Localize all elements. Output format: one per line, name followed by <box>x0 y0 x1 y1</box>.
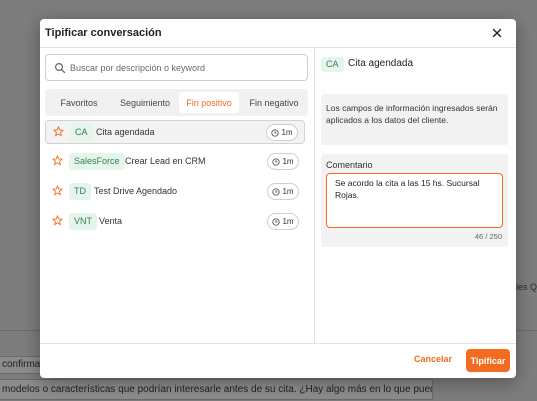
time-badge: 1m <box>266 124 298 141</box>
left-pane: Favoritos Seguimiento Fin positivo Fin n… <box>40 48 313 343</box>
star-icon[interactable] <box>53 126 64 137</box>
comment-textarea[interactable]: Se acordo la cita a las 15 hs. Sucursal … <box>326 173 503 228</box>
item-tag: CA <box>70 124 93 141</box>
tipificar-modal: Tipificar conversación Favoritos Seguimi… <box>40 19 516 378</box>
list-item[interactable]: SalesForce Crear Lead en CRM 1m <box>45 150 305 174</box>
clock-icon <box>272 217 281 226</box>
time-value: 1m <box>281 128 293 137</box>
background-message: modelos o características que podrían in… <box>0 379 433 400</box>
close-button[interactable] <box>490 26 504 40</box>
item-label: Crear Lead en CRM <box>125 156 206 166</box>
item-tag: SalesForce <box>69 153 125 170</box>
background-text: les Q <box>515 282 537 292</box>
time-value: 1m <box>282 187 294 196</box>
modal-footer: Cancelar Tipificar <box>40 343 516 378</box>
comment-label: Comentario <box>326 160 373 170</box>
tab-favoritos[interactable]: Favoritos <box>49 92 109 113</box>
star-icon[interactable] <box>52 155 63 166</box>
list-item[interactable]: CA Cita agendada 1m <box>45 120 305 144</box>
comment-section: Comentario Se acordo la cita a las 15 hs… <box>321 154 508 247</box>
clock-icon <box>272 187 281 196</box>
info-message: Los campos de información ingresados ser… <box>321 94 508 145</box>
time-value: 1m <box>282 157 294 166</box>
cancel-button[interactable]: Cancelar <box>414 354 452 364</box>
detail-pane: CA Cita agendada Los campos de informaci… <box>314 48 516 343</box>
time-badge: 1m <box>267 213 299 230</box>
time-value: 1m <box>282 217 294 226</box>
tab-bar: Favoritos Seguimiento Fin positivo Fin n… <box>45 89 308 116</box>
clock-icon <box>271 128 280 137</box>
item-tag: VNT <box>69 213 97 230</box>
item-tag: TD <box>69 183 91 200</box>
search-input[interactable] <box>70 59 300 76</box>
tab-seguimiento[interactable]: Seguimiento <box>113 92 177 113</box>
char-counter: 46 / 250 <box>474 232 502 241</box>
tab-fin-positivo[interactable]: Fin positivo <box>179 92 239 113</box>
modal-header: Tipificar conversación <box>40 19 516 48</box>
detail-title: Cita agendada <box>348 58 414 69</box>
clock-icon <box>272 157 281 166</box>
search-box <box>45 54 308 81</box>
search-icon <box>54 62 66 74</box>
close-icon <box>492 28 502 38</box>
tab-fin-negativo[interactable]: Fin negativo <box>243 92 305 113</box>
modal-title: Tipificar conversación <box>45 27 162 39</box>
time-badge: 1m <box>267 183 299 200</box>
item-label: Test Drive Agendado <box>94 186 178 196</box>
star-icon[interactable] <box>52 215 63 226</box>
detail-tag: CA <box>321 57 344 72</box>
tipificar-button[interactable]: Tipificar <box>466 349 510 372</box>
list-item[interactable]: VNT Venta 1m <box>45 210 305 234</box>
list-item[interactable]: TD Test Drive Agendado 1m <box>45 180 305 204</box>
item-label: Venta <box>99 216 123 226</box>
star-icon[interactable] <box>52 185 63 196</box>
item-label: Cita agendada <box>96 127 155 137</box>
time-badge: 1m <box>267 153 299 170</box>
